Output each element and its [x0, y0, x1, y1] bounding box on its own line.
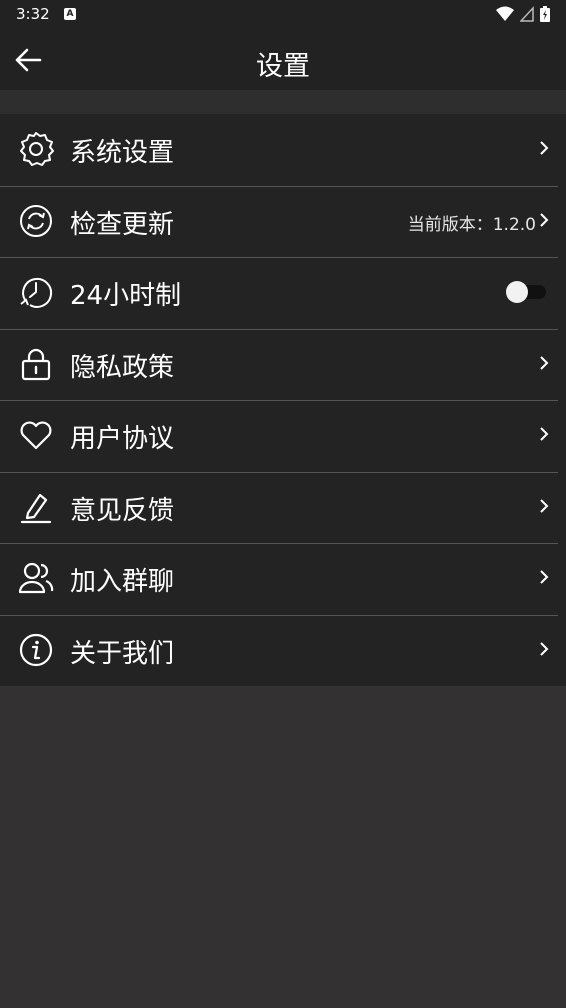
chevron-right-icon: [540, 427, 549, 441]
edit-icon: [20, 493, 52, 523]
settings-item-label: 隐私政策: [70, 352, 175, 383]
wifi-icon: [496, 6, 514, 21]
settings-item-label: 加入群聊: [70, 567, 175, 597]
settings-item-about[interactable]: 关于我们: [0, 614, 566, 687]
lock-icon: [21, 348, 51, 380]
status-bar: 3:32 A: [0, 0, 566, 30]
clock-icon: [20, 277, 53, 308]
settings-item-label: 用户协议: [70, 424, 175, 454]
24-hour-toggle[interactable]: [506, 281, 546, 303]
app-header: 设置: [0, 30, 566, 90]
page-title: 设置: [256, 51, 310, 82]
settings-item-label: 检查更新: [70, 209, 175, 240]
notification-icon: A: [64, 8, 76, 20]
settings-list: 系统设置 检查更新 当前版本：1.2.0 24小时制 隐私政策 用户协议 意见反…: [0, 114, 566, 686]
chevron-right-icon: [540, 355, 549, 370]
status-icons: [496, 6, 550, 22]
users-icon: [18, 562, 54, 594]
settings-item-label: 关于我们: [70, 638, 175, 669]
settings-item-label: 意见反馈: [70, 495, 175, 526]
toggle-knob: [506, 281, 528, 303]
settings-item-privacy[interactable]: 隐私政策: [0, 328, 566, 401]
settings-item-check-update[interactable]: 检查更新 当前版本：1.2.0: [0, 185, 566, 258]
battery-icon: [540, 6, 550, 22]
settings-item-join-group[interactable]: 加入群聊: [0, 543, 566, 615]
chevron-right-icon: [540, 570, 549, 584]
info-icon: [19, 633, 53, 666]
heart-icon: [20, 421, 52, 450]
gear-icon: [20, 132, 54, 166]
settings-item-system[interactable]: 系统设置: [0, 114, 566, 186]
chevron-right-icon: [540, 212, 549, 227]
settings-item-feedback[interactable]: 意见反馈: [0, 471, 566, 544]
status-time: 3:32: [16, 5, 50, 23]
chevron-right-icon: [540, 641, 549, 656]
chevron-right-icon: [540, 498, 549, 513]
version-value: 当前版本：1.2.0: [407, 214, 536, 235]
refresh-icon: [20, 204, 52, 237]
settings-item-user-agreement[interactable]: 用户协议: [0, 400, 566, 472]
header-spacer: [0, 90, 566, 114]
chevron-right-icon: [540, 141, 549, 155]
settings-item-label: 24小时制: [70, 281, 182, 311]
settings-item-label: 系统设置: [70, 138, 175, 168]
settings-item-24-hour: 24小时制: [0, 257, 566, 329]
signal-icon: [520, 6, 534, 22]
